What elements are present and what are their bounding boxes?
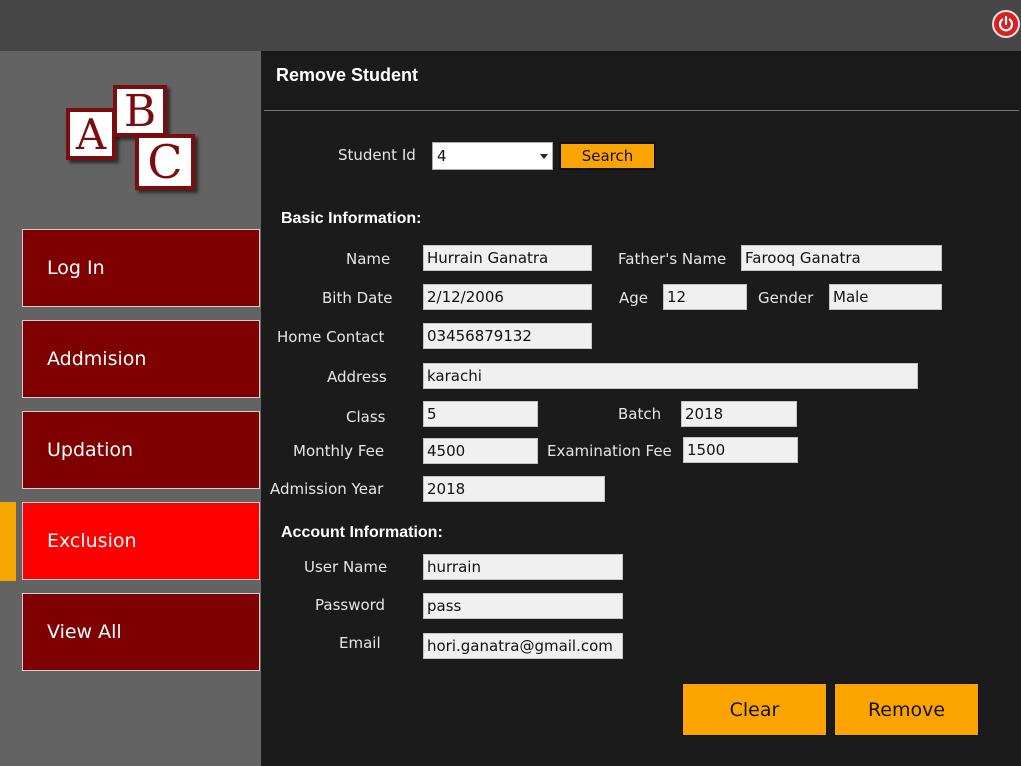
class-label: Class xyxy=(346,408,386,426)
power-icon xyxy=(998,15,1014,32)
password-label: Password xyxy=(315,596,386,614)
username-field[interactable]: hurrain xyxy=(423,554,623,580)
sidebar-item-updation[interactable]: Updation xyxy=(22,411,260,489)
clear-button[interactable]: Clear xyxy=(682,683,827,736)
gender-field[interactable]: Male xyxy=(829,284,942,310)
student-id-value: 4 xyxy=(437,147,447,165)
birth-date-label: Bith Date xyxy=(322,289,393,307)
logo-block-b: B xyxy=(113,85,167,137)
class-field[interactable]: 5 xyxy=(423,401,538,427)
page-title: Remove Student xyxy=(276,65,419,85)
address-field[interactable]: karachi xyxy=(423,363,918,389)
sidebar-item-log-in[interactable]: Log In xyxy=(22,229,260,307)
sidebar-item-exclusion[interactable]: Exclusion xyxy=(22,502,260,580)
examination-fee-field[interactable]: 1500 xyxy=(683,437,798,463)
name-label: Name xyxy=(346,250,391,268)
title-divider xyxy=(264,110,1019,111)
admission-year-label: Admission Year xyxy=(270,480,384,498)
student-id-label: Student Id xyxy=(338,146,416,164)
sidebar-item-label: Addmision xyxy=(47,348,147,370)
username-label: User Name xyxy=(304,558,388,576)
batch-field[interactable]: 2018 xyxy=(681,401,797,427)
age-field[interactable]: 12 xyxy=(663,284,747,310)
home-contact-field[interactable]: 03456879132 xyxy=(423,323,592,349)
sidebar-item-admission[interactable]: Addmision xyxy=(22,320,260,398)
age-label: Age xyxy=(619,289,649,307)
power-button[interactable] xyxy=(992,10,1020,38)
sidebar-item-label: Log In xyxy=(47,257,105,279)
gender-label: Gender xyxy=(758,289,814,307)
sidebar-item-label: Exclusion xyxy=(47,530,137,552)
address-label: Address xyxy=(327,368,387,386)
birth-date-field[interactable]: 2/12/2006 xyxy=(423,284,592,310)
father-name-field[interactable]: Farooq Ganatra xyxy=(741,245,942,271)
email-label: Email xyxy=(339,634,381,652)
basic-information-heading: Basic Information: xyxy=(281,210,422,227)
home-contact-label: Home Contact xyxy=(277,328,385,346)
sidebar-item-label: View All xyxy=(47,621,122,643)
batch-label: Batch xyxy=(618,405,662,423)
dropdown-arrow-icon xyxy=(540,154,548,159)
title-bar xyxy=(0,0,1021,51)
password-field[interactable]: pass xyxy=(423,593,623,619)
logo-block-a: A xyxy=(66,108,116,160)
abc-logo: A B C xyxy=(60,82,205,202)
admission-year-field[interactable]: 2018 xyxy=(423,476,605,502)
monthly-fee-field[interactable]: 4500 xyxy=(423,438,538,464)
sidebar-item-label: Updation xyxy=(47,439,134,461)
logo-block-c: C xyxy=(135,134,195,190)
name-field[interactable]: Hurrain Ganatra xyxy=(423,245,592,271)
student-id-select[interactable]: 4 xyxy=(432,142,553,170)
account-information-heading: Account Information: xyxy=(281,524,443,541)
remove-button[interactable]: Remove xyxy=(834,683,979,736)
active-item-marker xyxy=(0,502,16,581)
examination-fee-label: Examination Fee xyxy=(547,442,672,460)
search-button[interactable]: Search xyxy=(559,142,656,170)
monthly-fee-label: Monthly Fee xyxy=(293,442,385,460)
email-field[interactable]: hori.ganatra@gmail.com xyxy=(423,633,623,659)
father-name-label: Father's Name xyxy=(618,250,727,268)
sidebar-item-view-all[interactable]: View All xyxy=(22,593,260,671)
